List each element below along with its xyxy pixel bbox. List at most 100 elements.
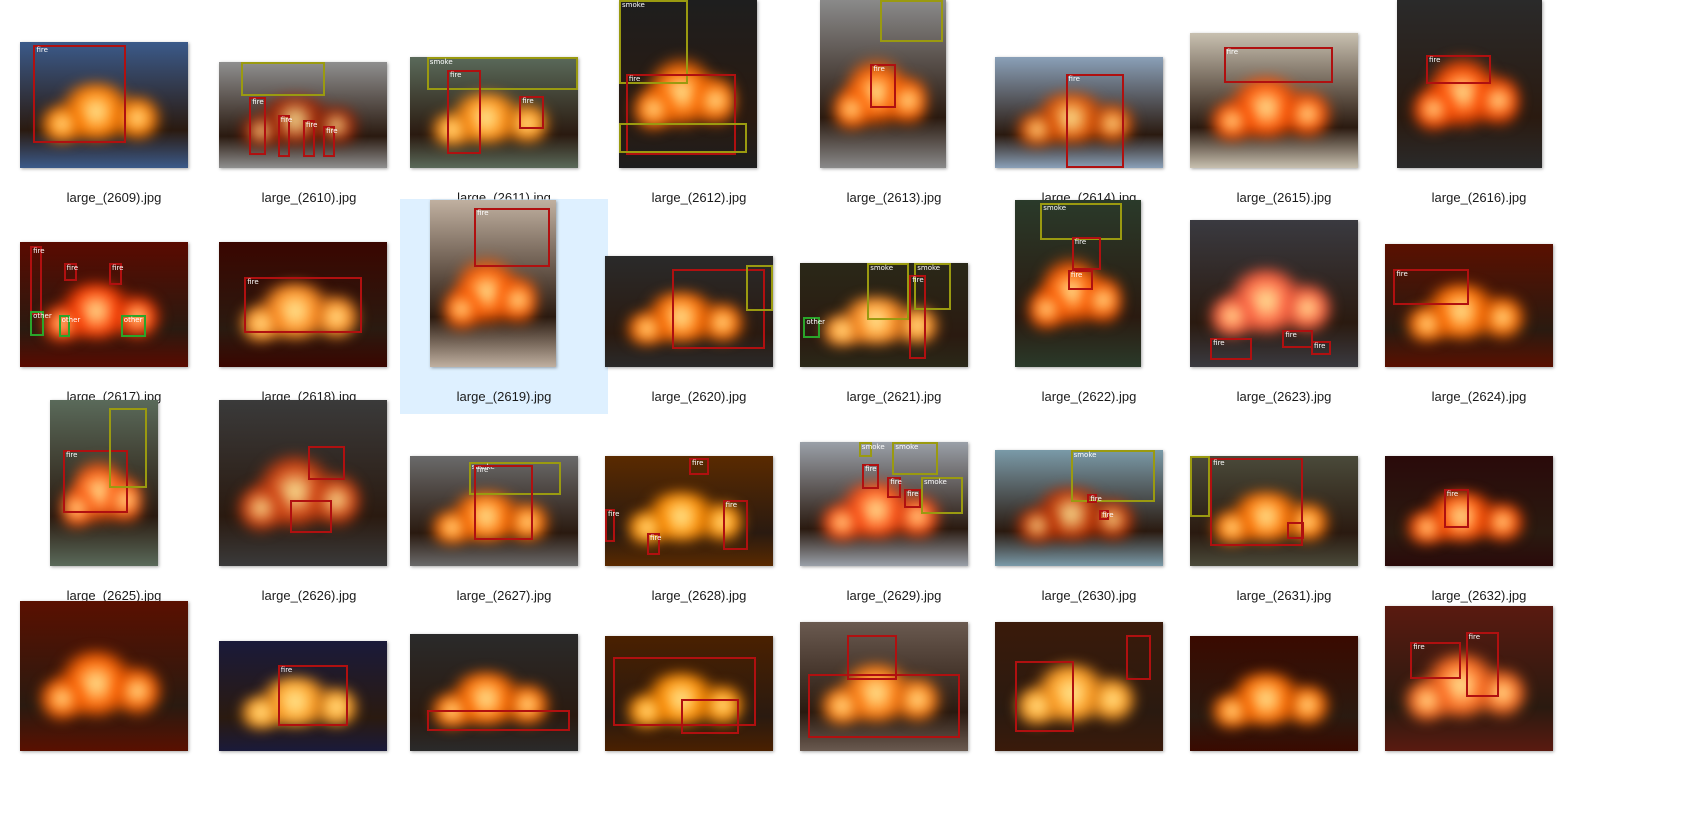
fire-bounding-box: fire bbox=[244, 277, 362, 334]
bounding-box-label: smoke bbox=[1073, 451, 1097, 459]
bounding-box-label: fire bbox=[1396, 269, 1408, 278]
file-thumbnail bbox=[410, 634, 578, 751]
smoke-bounding-box: smoke bbox=[1040, 203, 1123, 241]
fire-bounding-box: fire bbox=[1067, 270, 1094, 291]
file-item[interactable]: smoke fire fire large_(2630).jpg bbox=[985, 398, 1193, 613]
file-item[interactable]: smoke fire large_(2627).jpg bbox=[400, 398, 608, 613]
fire-bounding-box: fire bbox=[277, 665, 349, 726]
other-bounding-box: other bbox=[30, 310, 52, 336]
file-thumbnail: fire fire bbox=[1385, 606, 1553, 751]
file-item[interactable]: fire fire fire large_(2623).jpg bbox=[1180, 199, 1388, 414]
bounding-box-label: fire bbox=[890, 477, 902, 486]
bounding-box-label: fire bbox=[280, 116, 293, 124]
bounding-box-label: fire bbox=[66, 264, 79, 273]
bounding-box-label: smoke bbox=[895, 443, 919, 451]
fire-bounding-box: fire bbox=[1210, 337, 1253, 360]
file-thumbnail: smoke fire bbox=[619, 0, 757, 168]
file-item[interactable]: fire fire bbox=[1375, 597, 1583, 812]
bounding-box-label: fire bbox=[65, 450, 78, 459]
file-thumbnail: smoke smoke fire fire fire smoke bbox=[800, 442, 968, 566]
file-item[interactable]: large_(2626).jpg bbox=[205, 398, 413, 613]
smoke-bounding-box bbox=[109, 408, 148, 488]
file-item[interactable]: smoke smoke fire other large_(2621).jpg bbox=[790, 199, 998, 414]
fire-bounding-box: fire bbox=[277, 115, 293, 158]
file-item[interactable]: fire large_(2615).jpg bbox=[1180, 0, 1388, 215]
file-thumbnail bbox=[1190, 636, 1358, 751]
file-item[interactable]: fire large_(2613).jpg bbox=[790, 0, 998, 215]
bounding-box-label: fire bbox=[650, 534, 662, 542]
bounding-box-label: other bbox=[61, 315, 81, 324]
fire-bounding-box: fire bbox=[1443, 489, 1469, 528]
file-item[interactable]: fire bbox=[205, 597, 413, 812]
smoke-bounding-box: smoke bbox=[619, 0, 688, 84]
file-item[interactable] bbox=[985, 597, 1193, 812]
file-item[interactable] bbox=[1180, 597, 1388, 812]
file-thumbnail: fire bbox=[20, 42, 188, 168]
file-item[interactable]: fire fire fire fire large_(2628).jpg bbox=[595, 398, 803, 613]
file-thumbnail: smoke fire bbox=[410, 456, 578, 566]
fire-region bbox=[1282, 282, 1333, 334]
bounding-box-label: fire bbox=[1226, 47, 1239, 56]
file-item[interactable] bbox=[10, 597, 218, 812]
file-item[interactable]: smoke fire large_(2612).jpg bbox=[595, 0, 803, 215]
fire-bounding-box bbox=[847, 634, 898, 681]
fire-region bbox=[1411, 84, 1455, 135]
bounding-box-label: fire bbox=[608, 509, 620, 518]
file-item[interactable]: fire large_(2609).jpg bbox=[10, 0, 218, 215]
bounding-box-label: fire bbox=[725, 501, 738, 509]
fire-bounding-box: fire bbox=[63, 263, 79, 281]
file-item[interactable] bbox=[595, 597, 803, 812]
fire-bounding-box: fire bbox=[33, 44, 126, 143]
bounding-box-label: smoke bbox=[870, 264, 894, 272]
file-item[interactable]: fire fire fire fire large_(2610).jpg bbox=[205, 0, 413, 215]
file-item[interactable]: fire large_(2618).jpg bbox=[205, 199, 413, 414]
fire-region bbox=[816, 504, 868, 542]
fire-region bbox=[1401, 678, 1453, 722]
file-item[interactable]: fire large_(2632).jpg bbox=[1375, 398, 1583, 613]
file-item[interactable]: fire large_(2631).jpg bbox=[1180, 398, 1388, 613]
file-item[interactable]: fire large_(2619).jpg bbox=[400, 199, 608, 414]
fire-region bbox=[426, 511, 478, 544]
bounding-box-label: fire bbox=[1213, 338, 1225, 347]
bounding-box-label: fire bbox=[326, 126, 338, 135]
file-thumbnail bbox=[20, 601, 188, 751]
file-thumbnail: fire bbox=[1385, 456, 1553, 566]
bounding-box-label: fire bbox=[1468, 633, 1481, 642]
fire-region bbox=[1087, 499, 1138, 540]
file-item[interactable] bbox=[790, 597, 998, 812]
fire-region bbox=[112, 664, 163, 718]
fire-region bbox=[1477, 296, 1528, 340]
file-thumbnail: fire bbox=[820, 0, 946, 168]
fire-bounding-box: fire bbox=[909, 275, 926, 359]
file-item[interactable]: fire large_(2625).jpg bbox=[10, 398, 218, 613]
file-item[interactable]: fire large_(2624).jpg bbox=[1375, 199, 1583, 414]
file-item[interactable] bbox=[400, 597, 608, 812]
file-item[interactable]: fire large_(2614).jpg bbox=[985, 0, 1193, 215]
fire-region bbox=[1027, 283, 1066, 334]
file-item[interactable]: large_(2620).jpg bbox=[595, 199, 803, 414]
fire-bounding-box: fire bbox=[109, 263, 123, 285]
fire-region bbox=[1206, 693, 1258, 728]
bounding-box-label: fire bbox=[1068, 74, 1080, 83]
fire-bounding-box: fire bbox=[473, 464, 533, 540]
fire-bounding-box: fire bbox=[519, 95, 545, 130]
fire-bounding-box bbox=[808, 673, 960, 739]
bounding-box-label: fire bbox=[522, 96, 534, 105]
bounding-box-label: smoke bbox=[923, 477, 947, 486]
fire-bounding-box: fire bbox=[446, 70, 481, 154]
file-item[interactable]: fire large_(2616).jpg bbox=[1375, 0, 1583, 215]
bounding-box-label: other bbox=[33, 311, 52, 320]
bounding-box-label: fire bbox=[476, 465, 489, 474]
fire-bounding-box: fire bbox=[722, 500, 748, 550]
fire-bounding-box: fire bbox=[1310, 340, 1332, 356]
fire-region bbox=[235, 483, 287, 533]
bounding-box-label: fire bbox=[1070, 271, 1083, 280]
file-item[interactable]: smoke fire fire large_(2622).jpg bbox=[985, 199, 1193, 414]
file-item[interactable]: smoke smoke fire fire fire smoke large_(2629).… bbox=[790, 398, 998, 613]
bounding-box-label: fire bbox=[1413, 643, 1425, 652]
file-item[interactable]: smoke fire fire large_(2611).jpg bbox=[400, 0, 608, 215]
bounding-box-label: smoke bbox=[917, 264, 941, 272]
fire-bounding-box: fire bbox=[1465, 632, 1500, 698]
file-item[interactable]: fire fire fire other other other large_(2617).… bbox=[10, 199, 218, 414]
other-bounding-box: other bbox=[803, 317, 825, 338]
